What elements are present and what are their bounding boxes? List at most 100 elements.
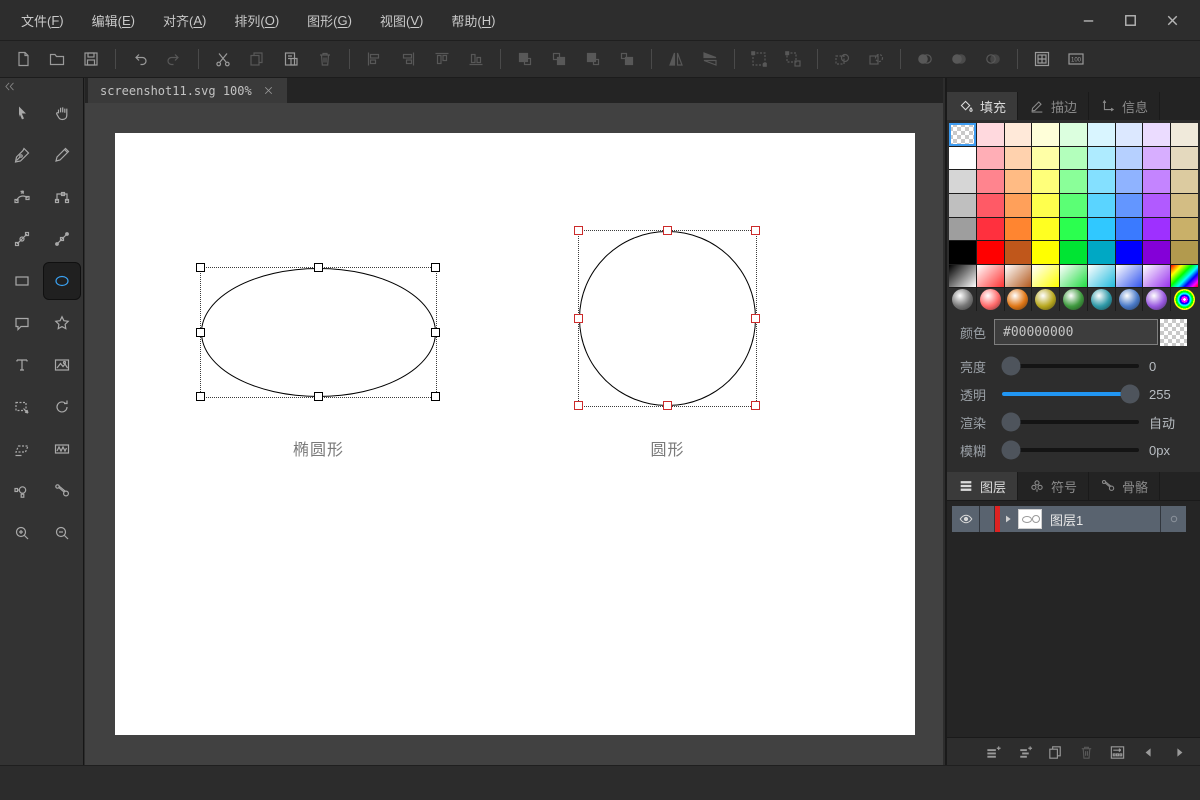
tool-zoom-in[interactable] <box>3 514 41 552</box>
menu-item-file[interactable]: 文件(F) <box>8 0 77 40</box>
color-swatch-cell[interactable] <box>1032 193 1060 217</box>
color-swatch-cell[interactable] <box>949 264 976 288</box>
tool-pencil[interactable] <box>43 136 81 174</box>
color-swatch-cell[interactable] <box>1143 288 1171 311</box>
color-swatch-cell[interactable] <box>1087 264 1115 288</box>
color-swatch-cell[interactable] <box>1032 123 1060 146</box>
current-color-swatch[interactable] <box>1160 318 1187 346</box>
selection-handle[interactable] <box>196 263 205 272</box>
fill-tab-stroke-pencil[interactable]: 描边 <box>1018 92 1089 120</box>
fill-tab-fill-bucket[interactable]: 填充 <box>947 92 1018 120</box>
color-swatch-cell[interactable] <box>1115 170 1143 193</box>
selection-handle[interactable] <box>751 226 760 235</box>
duplicate-layer-button[interactable] <box>1044 741 1066 763</box>
tool-path-anchor[interactable] <box>3 220 41 258</box>
zoom-100-button[interactable]: 100 <box>1061 45 1091 73</box>
color-swatch-cell[interactable] <box>949 241 976 264</box>
tool-path-segment[interactable] <box>43 220 81 258</box>
color-swatch-cell[interactable] <box>1171 217 1198 241</box>
color-swatch-cell[interactable] <box>1004 123 1032 146</box>
color-swatch-cell[interactable] <box>976 217 1004 241</box>
color-swatch-cell[interactable] <box>976 146 1004 170</box>
canvas-page[interactable]: 椭圆形 圆形 <box>115 133 915 735</box>
layer-expand-toggle[interactable] <box>1000 506 1016 532</box>
color-swatch-cell[interactable] <box>1171 146 1198 170</box>
color-swatch-cell[interactable] <box>976 241 1004 264</box>
selection-handle[interactable] <box>196 327 205 337</box>
selection-handle[interactable] <box>431 392 440 401</box>
color-swatch-cell[interactable] <box>1087 193 1115 217</box>
tool-rotate[interactable] <box>43 388 81 426</box>
selection-handle[interactable] <box>751 401 760 410</box>
canvas-shape-circle[interactable] <box>579 231 756 406</box>
color-swatch-cell[interactable] <box>1060 241 1087 264</box>
paste-button[interactable] <box>276 45 306 73</box>
color-swatch-cell[interactable] <box>1171 193 1198 217</box>
color-swatch-cell[interactable] <box>1004 170 1032 193</box>
color-swatch-cell[interactable] <box>1087 146 1115 170</box>
cut-button[interactable] <box>208 45 238 73</box>
merge-layer-button[interactable] <box>1106 741 1128 763</box>
color-swatch-cell[interactable] <box>1143 264 1171 288</box>
color-swatch-cell[interactable] <box>949 146 976 170</box>
open-file-button[interactable] <box>42 45 72 73</box>
color-swatch-cell[interactable] <box>1087 217 1115 241</box>
canvas-shape-ellipse[interactable] <box>201 268 436 397</box>
selection-handle[interactable] <box>574 313 583 323</box>
canvas-text-label[interactable]: 椭圆形 <box>239 436 399 460</box>
layer-list[interactable]: 图层1 <box>947 500 1200 738</box>
maximize-button[interactable] <box>1112 5 1148 35</box>
color-swatch-cell[interactable] <box>1060 170 1087 193</box>
save-file-button[interactable] <box>76 45 106 73</box>
tab-close-icon[interactable] <box>262 84 275 97</box>
tool-bone[interactable] <box>43 472 81 510</box>
render-slider[interactable] <box>1001 411 1139 433</box>
color-swatch-cell[interactable] <box>976 288 1004 311</box>
selection-handle[interactable] <box>751 313 760 323</box>
color-swatch-cell[interactable] <box>1115 217 1143 241</box>
tool-node-corner[interactable] <box>43 178 81 216</box>
tool-node-curve[interactable] <box>3 178 41 216</box>
color-swatch-cell[interactable] <box>1115 288 1143 311</box>
slider-handle[interactable] <box>1120 384 1140 404</box>
canvas-area[interactable]: 椭圆形 圆形 <box>85 103 943 765</box>
next-layer-button[interactable] <box>1168 741 1190 763</box>
tool-image[interactable] <box>43 346 81 384</box>
minimize-button[interactable] <box>1070 5 1106 35</box>
slider-track[interactable] <box>1002 364 1139 368</box>
color-swatch-cell[interactable] <box>949 193 976 217</box>
slider-track[interactable] <box>1002 392 1139 396</box>
tool-hand[interactable] <box>43 94 81 132</box>
canvas-text-label[interactable]: 圆形 <box>588 436 748 460</box>
menu-item-help[interactable]: 帮助(H) <box>438 0 508 40</box>
color-swatch-cell[interactable] <box>1004 146 1032 170</box>
color-swatch-cell[interactable] <box>1004 288 1032 311</box>
tool-marquee[interactable] <box>3 388 41 426</box>
color-swatch-cell[interactable] <box>1060 193 1087 217</box>
layers-tab-layers-list[interactable]: 图层 <box>947 472 1018 500</box>
color-swatch-cell[interactable] <box>1115 264 1143 288</box>
color-swatch-cell[interactable] <box>1032 241 1060 264</box>
color-swatch-cell[interactable] <box>1032 170 1060 193</box>
add-sublayer-button[interactable] <box>1013 741 1035 763</box>
prev-layer-button[interactable] <box>1137 741 1159 763</box>
color-swatch-cell[interactable] <box>949 288 976 311</box>
color-swatch-cell[interactable] <box>1115 146 1143 170</box>
color-swatch-cell[interactable] <box>1171 123 1198 146</box>
tool-skew[interactable] <box>3 430 41 468</box>
menu-item-view[interactable]: 视图(V) <box>367 0 436 40</box>
brightness-slider[interactable] <box>1001 355 1139 377</box>
slider-track[interactable] <box>1002 420 1139 424</box>
fill-tab-info-axes[interactable]: 信息 <box>1089 92 1160 120</box>
selection-handle[interactable] <box>574 401 583 410</box>
opacity-slider[interactable] <box>1002 383 1140 405</box>
color-swatch-cell[interactable] <box>1171 288 1198 311</box>
undo-button[interactable] <box>125 45 155 73</box>
color-swatch-cell[interactable] <box>1171 170 1198 193</box>
color-swatch-cell[interactable] <box>1087 170 1115 193</box>
color-swatch-cell[interactable] <box>949 123 976 146</box>
color-swatch-cell[interactable] <box>1032 264 1060 288</box>
color-swatch-cell[interactable] <box>976 193 1004 217</box>
layer-lock-cell[interactable] <box>980 506 995 532</box>
selection-handle[interactable] <box>662 226 672 235</box>
